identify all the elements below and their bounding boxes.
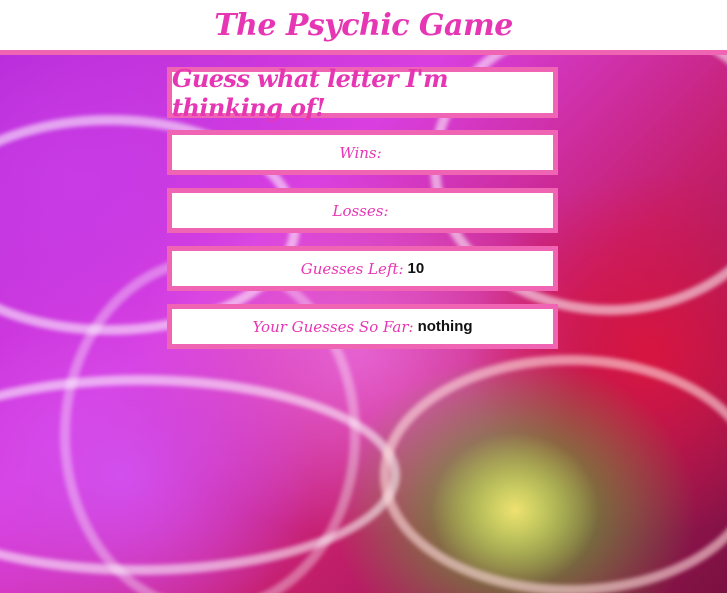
game-panel: Guess what letter I'm thinking of! Wins:… [167,64,558,362]
wins-label: Wins: [339,143,382,162]
guesses-so-far-box: Your Guesses So Far: nothing [167,304,558,349]
instructions-text: Guess what letter I'm thinking of! [172,63,449,122]
wins-box: Wins: [167,130,558,175]
losses-label: Losses: [332,201,389,220]
guesses-so-far-label: Your Guesses So Far: [252,317,414,336]
header-divider [0,50,727,55]
guesses-left-label: Guesses Left: [300,259,404,278]
losses-box: Losses: [167,188,558,233]
guesses-left-box: Guesses Left: 10 [167,246,558,291]
instructions-box: Guess what letter I'm thinking of! [167,64,558,122]
page-title: The Psychic Game [214,7,513,43]
guesses-left-value: 10 [407,260,425,277]
smoke-wisp [380,355,727,593]
page-header: The Psychic Game [0,0,727,50]
guesses-so-far-value: nothing [417,318,473,335]
